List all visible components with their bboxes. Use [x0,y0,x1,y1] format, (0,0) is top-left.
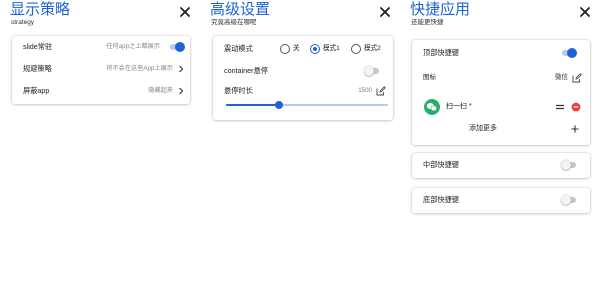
middle-shortcut-toggle[interactable] [561,160,577,170]
strategy-card: slide常驻 任何app之上都展示 规避策略 将不会在这些App上展示 屏蔽a… [12,36,190,104]
vibration-mode2-label[interactable]: 模式2 [364,44,381,54]
icon-label: 图标 [423,74,436,81]
close-icon[interactable] [178,5,192,19]
middle-shortcut-card[interactable]: 中部快捷键 [412,153,590,178]
shortcut-app-item[interactable]: 扫一扫 * [412,97,590,117]
advanced-subtitle: 究竟高级在哪呢 [211,19,257,26]
close-icon[interactable] [578,5,592,19]
container-hover-toggle[interactable] [364,66,380,76]
add-more-label: 添加更多 [469,125,497,132]
hover-duration-value: 1500 [358,87,372,94]
shortcut-app-name: 扫一扫 * [446,103,472,110]
vibration-off-radio[interactable] [280,44,290,54]
edit-icon[interactable] [572,73,582,83]
vibration-label: 震动模式 [224,44,253,53]
vibration-off-label[interactable]: 关 [293,44,300,54]
hover-duration-slider[interactable] [226,101,388,109]
slider-fill [226,104,280,106]
vibration-mode1-radio[interactable] [310,44,320,54]
delete-icon[interactable] [571,102,581,112]
slider-thumb[interactable] [275,101,284,109]
shortcut-header: 快捷应用 还能更快捷 [410,0,592,34]
close-icon[interactable] [378,5,392,19]
middle-shortcut-label: 中部快捷键 [423,160,459,169]
add-more-row[interactable]: 添加更多 [412,119,590,139]
block-app-label: 屏蔽app [23,86,50,95]
strategy-header: 显示策略 strategy [10,0,195,34]
container-hover-label: container悬停 [224,66,268,75]
plus-icon[interactable] [570,124,580,134]
shortcut-title: 快捷应用 [410,1,471,18]
strategy-row-block[interactable]: 屏蔽app 隐藏起来 [12,81,190,101]
slide-resident-value: 任何app之上都展示 [106,43,160,50]
icon-value: 微信 [554,74,568,81]
bottom-shortcut-row[interactable]: 底部快捷键 [412,190,590,210]
hover-duration-row: 悬停时长 1500 [213,81,393,101]
shortcut-subtitle: 还能更快捷 [411,19,444,26]
container-hover-row[interactable]: container悬停 [213,61,393,81]
avoid-strategy-value: 将不会在这些App上展示 [106,65,173,72]
vibration-mode2-radio[interactable] [351,44,361,54]
middle-shortcut-row[interactable]: 中部快捷键 [412,155,590,175]
top-shortcut-card: 顶部快捷键 图标 微信 扫一扫 * 添加更多 [412,40,590,145]
avoid-strategy-label: 规避策略 [23,64,52,73]
wechat-icon [424,99,440,115]
slide-resident-toggle[interactable] [169,42,185,52]
vibration-radio-group: 关 模式1 模式2 [280,44,390,54]
strategy-row-avoid[interactable]: 规避策略 将不会在这些App上展示 [12,59,190,79]
strategy-subtitle: strategy [11,19,35,26]
slide-resident-label: slide常驻 [23,42,53,51]
top-icon-row: 图标 微信 [412,68,590,88]
bottom-shortcut-label: 底部快捷键 [423,195,459,204]
hover-duration-label: 悬停时长 [224,86,253,95]
strategy-panel: 显示策略 strategy slide常驻 任何app之上都展示 规避策略 将不… [10,0,195,104]
strategy-row-slide[interactable]: slide常驻 任何app之上都展示 [12,37,190,57]
advanced-panel: 高级设置 究竟高级在哪呢 震动模式 关 模式1 模式2 container悬停 … [210,0,395,120]
chevron-right-icon [179,65,184,73]
bottom-shortcut-card[interactable]: 底部快捷键 [412,188,590,213]
vibration-mode1-label[interactable]: 模式1 [323,44,340,54]
edit-icon[interactable] [376,86,386,96]
advanced-title: 高级设置 [210,1,271,18]
top-shortcut-toggle[interactable] [561,48,577,58]
bottom-shortcut-toggle[interactable] [561,195,577,205]
advanced-card: 震动模式 关 模式1 模式2 container悬停 悬停时长 1500 [213,36,393,120]
chevron-right-icon [179,87,184,95]
drag-handle-icon[interactable] [555,102,565,112]
top-shortcut-label: 顶部快捷键 [423,48,459,57]
top-shortcut-row[interactable]: 顶部快捷键 [412,43,590,63]
advanced-header: 高级设置 究竟高级在哪呢 [210,0,395,34]
block-app-value: 隐藏起来 [148,87,173,94]
strategy-title: 显示策略 [10,1,71,18]
shortcut-panel: 快捷应用 还能更快捷 顶部快捷键 图标 微信 扫一扫 * 添加更多 中部快捷键 … [410,0,592,213]
vibration-row: 震动模式 关 模式1 模式2 [213,39,393,59]
